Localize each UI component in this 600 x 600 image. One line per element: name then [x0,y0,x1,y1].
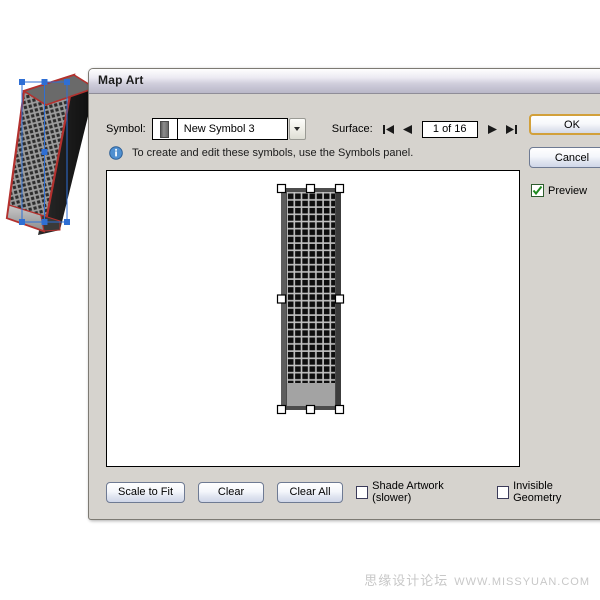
info-text: To create and edit these symbols, use th… [132,147,414,159]
shade-artwork-checkbox-box[interactable] [356,485,369,499]
cancel-button[interactable]: Cancel [529,147,600,168]
first-surface-icon[interactable] [381,121,396,137]
dialog-body: Symbol: New Symbol 3 Surface: 1 of 16 To… [89,94,600,520]
map-art-dialog: Map Art Symbol: New Symbol 3 Surface: 1 … [88,68,600,520]
clear-button[interactable]: Clear [198,481,265,503]
preview-checkbox[interactable]: Preview [531,184,600,197]
watermark-url-text: WWW.MISSYUAN.COM [454,576,590,588]
symbol-surface-row: Symbol: New Symbol 3 Surface: [106,118,521,140]
symbol-label: Symbol: [106,123,146,135]
preview-label: Preview [548,184,588,197]
surface-group: Surface: [331,120,521,138]
invisible-geometry-checkbox[interactable]: Invisible Geometry [496,480,597,504]
last-surface-icon[interactable] [504,121,519,137]
symbol-thumbnail [152,119,178,139]
symbol-selected-name: New Symbol 3 [177,119,287,139]
chevron-down-icon[interactable] [288,118,306,140]
symbol-select[interactable]: New Symbol 3 [151,118,288,140]
preview-artwork [276,183,345,415]
watermark: 思缘设计论坛 WWW.MISSYUAN.COM [0,570,590,589]
dialog-action-panel: OK Cancel Preview [529,114,600,197]
dialog-titlebar[interactable]: Map Art [89,69,600,94]
invisible-geometry-checkbox-box[interactable] [496,485,510,499]
surface-index-input[interactable] [421,120,478,138]
info-icon [109,146,123,160]
scale-to-fit-button[interactable]: Scale to Fit [106,481,186,503]
dialog-title: Map Art [98,73,144,87]
watermark-cn-text: 思缘设计论坛 [364,573,449,588]
shade-artwork-checkbox[interactable]: Shade Artwork (slower) [356,480,477,504]
clear-all-button[interactable]: Clear All [277,481,344,503]
next-surface-icon[interactable] [485,121,500,137]
checkmark-icon [532,185,543,196]
preview-checkbox-box[interactable] [531,184,544,197]
ok-button[interactable]: OK [529,114,600,135]
shade-artwork-label: Shade Artwork (slower) [372,480,444,504]
info-row: To create and edit these symbols, use th… [109,146,413,160]
previous-surface-icon[interactable] [400,121,415,137]
surface-label: Surface: [331,123,373,135]
bottom-controls-row: Scale to Fit Clear Clear All Shade Artwo… [106,480,600,504]
map-art-preview-canvas[interactable] [106,170,520,467]
invisible-geometry-label: Invisible Geometry [513,480,562,504]
